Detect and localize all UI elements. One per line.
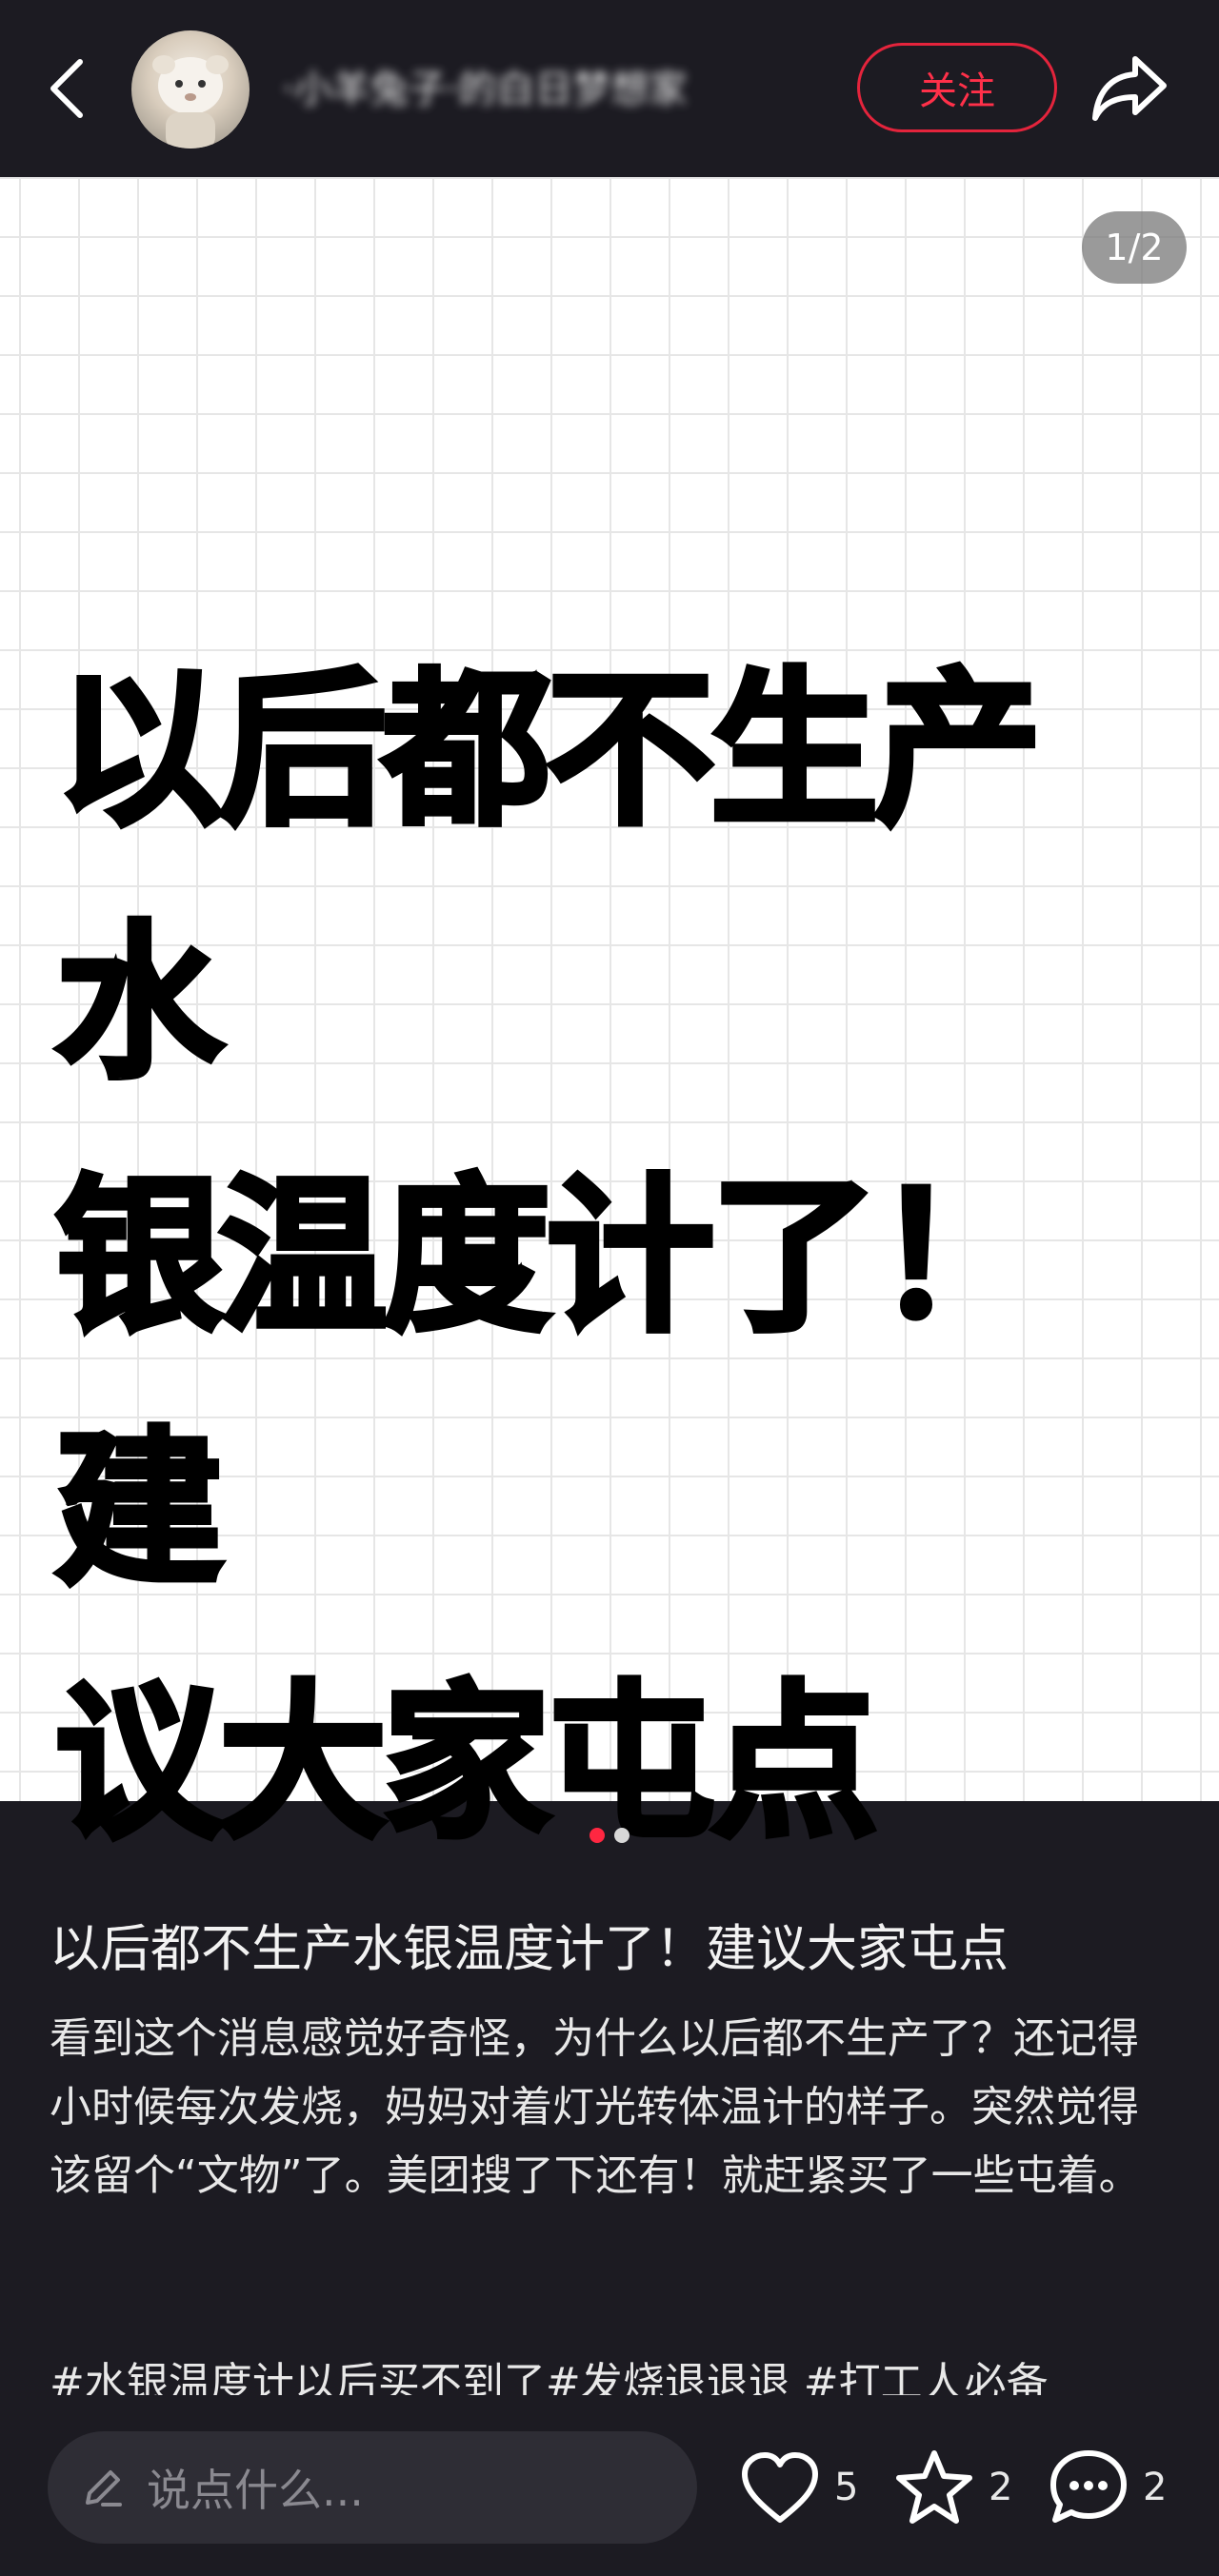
avatar-image — [152, 55, 229, 149]
post-body: 看到这个消息感觉好奇怪，为什么以后都不生产了？还记得小时候每次发烧，妈妈对着灯光… — [50, 2005, 1173, 2210]
back-button[interactable] — [38, 50, 95, 127]
top-bar: ·小羊兔子·的白日梦想家 关注 — [0, 0, 1219, 177]
heart-icon — [742, 2452, 818, 2523]
follow-button[interactable]: 关注 — [857, 43, 1057, 132]
favorite-button[interactable]: 2 — [893, 2445, 1012, 2530]
back-arrow-icon — [50, 59, 83, 118]
post-title: 以后都不生产水银温度计了！建议大家屯点 — [50, 1920, 1009, 1978]
comment-placeholder: 说点什么... — [147, 2465, 364, 2516]
like-button[interactable]: 5 — [739, 2445, 858, 2530]
post-body-text: 看到这个消息感觉好奇怪，为什么以后都不生产了？还记得小时候每次发烧，妈妈对着灯光… — [50, 2014, 1141, 2200]
headline-line: 银温度计了！ 建 — [52, 1157, 1045, 1611]
comment-input[interactable]: 说点什么... — [48, 2431, 697, 2544]
like-count: 5 — [834, 2466, 859, 2509]
post-image[interactable]: 1/2 以后都不生产水 银温度计了！ 建 议大家屯点 — [0, 177, 1219, 1864]
pager-dot-active[interactable] — [590, 1828, 605, 1843]
pencil-icon — [82, 2467, 124, 2508]
avatar[interactable] — [131, 30, 250, 149]
hashtag-row: #水银温度计以后买不到了#发烧退退退 #打工人必备 — [50, 2349, 1192, 2395]
hashtag-link[interactable]: #打工人必备 — [790, 2359, 1049, 2395]
share-icon — [1092, 56, 1167, 121]
comments-button[interactable]: 2 — [1048, 2445, 1167, 2530]
comment-bubble-icon — [1050, 2450, 1127, 2523]
headline-line: 议大家屯点 — [52, 1663, 881, 1864]
image-pager — [0, 1828, 1219, 1853]
share-button[interactable] — [1084, 46, 1175, 131]
bottom-action-bar: 说点什么... 5 2 2 — [0, 2395, 1219, 2576]
star-icon — [896, 2450, 972, 2524]
hashtag-link[interactable]: #发烧退退退 — [546, 2359, 790, 2395]
headline-line: 以后都不生产水 — [52, 650, 1045, 1104]
image-page-counter: 1/2 — [1082, 211, 1187, 284]
pager-dot[interactable] — [614, 1828, 629, 1843]
username[interactable]: ·小羊兔子·的白日梦想家 — [282, 63, 687, 116]
hashtag-link[interactable]: #水银温度计以后买不到了 — [50, 2359, 546, 2395]
image-headline: 以后都不生产水 银温度计了！ 建 议大家屯点 — [52, 624, 1169, 1891]
favorite-count: 2 — [989, 2466, 1013, 2509]
comment-count: 2 — [1143, 2466, 1168, 2509]
